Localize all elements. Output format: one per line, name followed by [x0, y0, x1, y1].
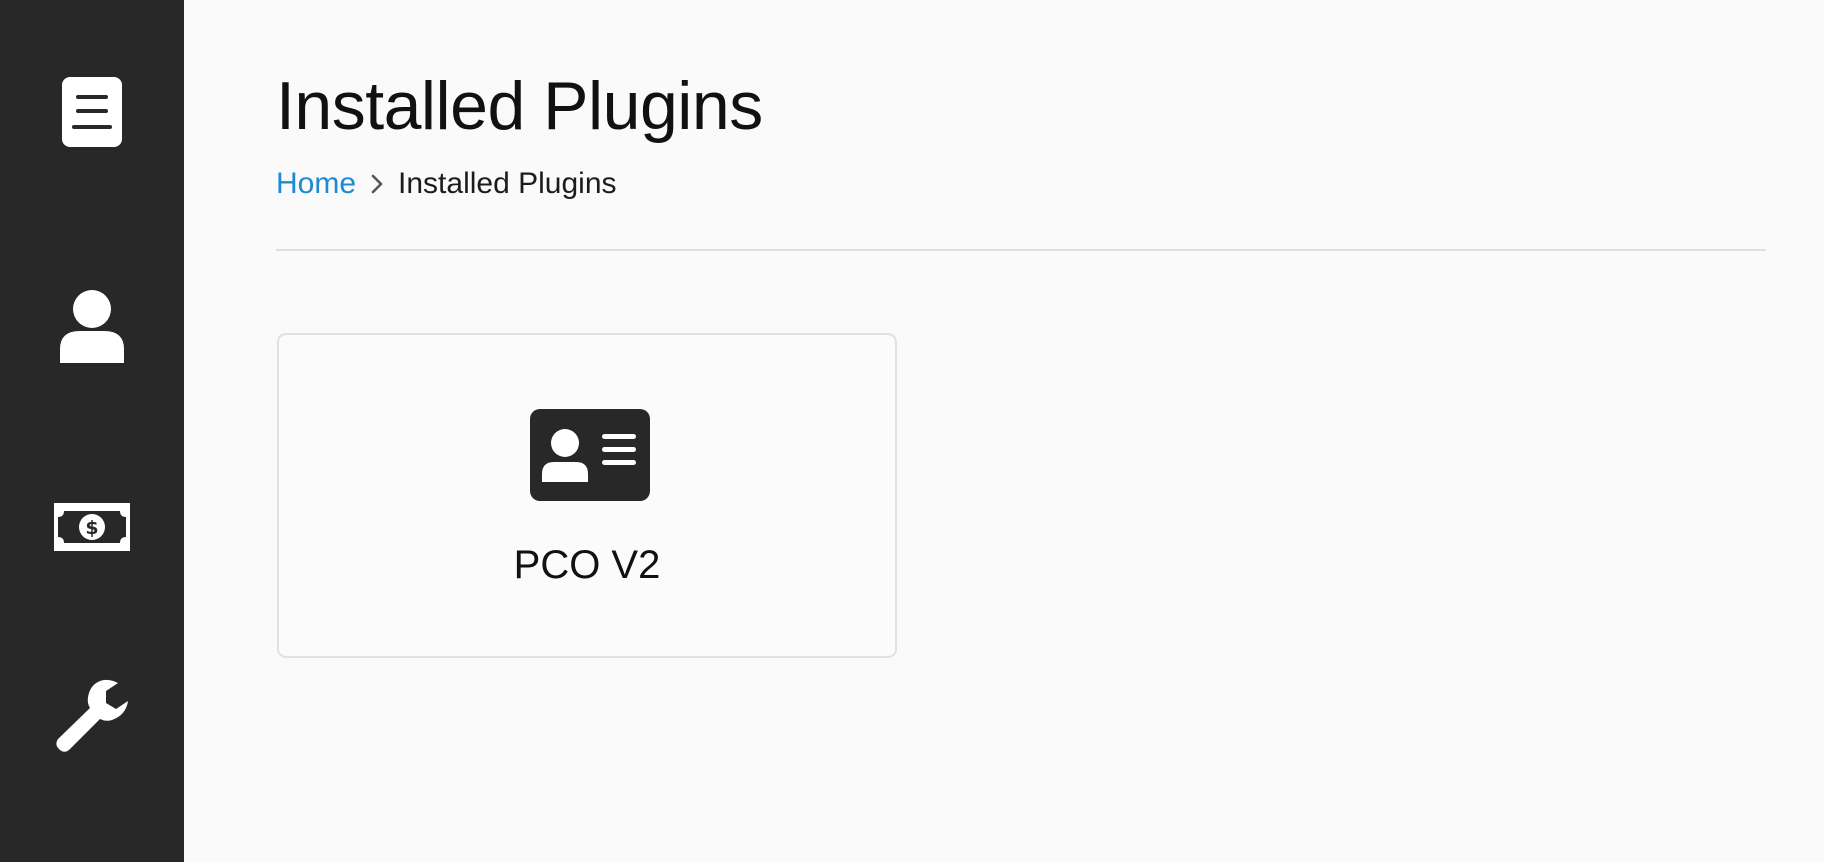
sidebar-item-billing[interactable]: $	[0, 472, 184, 582]
id-card-icon	[529, 408, 651, 502]
document-icon	[60, 75, 124, 149]
app-window: $ Installed Plugins Home Installed Plugi…	[0, 0, 1824, 862]
breadcrumb-current: Installed Plugins	[398, 167, 617, 200]
sidebar-item-tools[interactable]	[0, 660, 184, 770]
plugin-name: PCO V2	[513, 543, 661, 587]
chevron-right-icon	[370, 173, 384, 195]
breadcrumb-home-link[interactable]: Home	[276, 167, 356, 201]
breadcrumb: Home Installed Plugins	[276, 166, 617, 202]
sidebar-item-documents[interactable]	[0, 57, 184, 167]
main-content: Installed Plugins Home Installed Plugins	[184, 0, 1824, 862]
wrench-icon	[52, 675, 132, 755]
plugin-card-pco-v2[interactable]: PCO V2	[277, 333, 897, 658]
sidebar-item-users[interactable]	[0, 270, 184, 380]
header-divider	[276, 249, 1766, 251]
sidebar: $	[0, 0, 184, 862]
svg-text:$: $	[85, 517, 98, 539]
money-icon: $	[50, 499, 134, 555]
user-icon	[58, 287, 126, 363]
page-title: Installed Plugins	[276, 68, 763, 144]
